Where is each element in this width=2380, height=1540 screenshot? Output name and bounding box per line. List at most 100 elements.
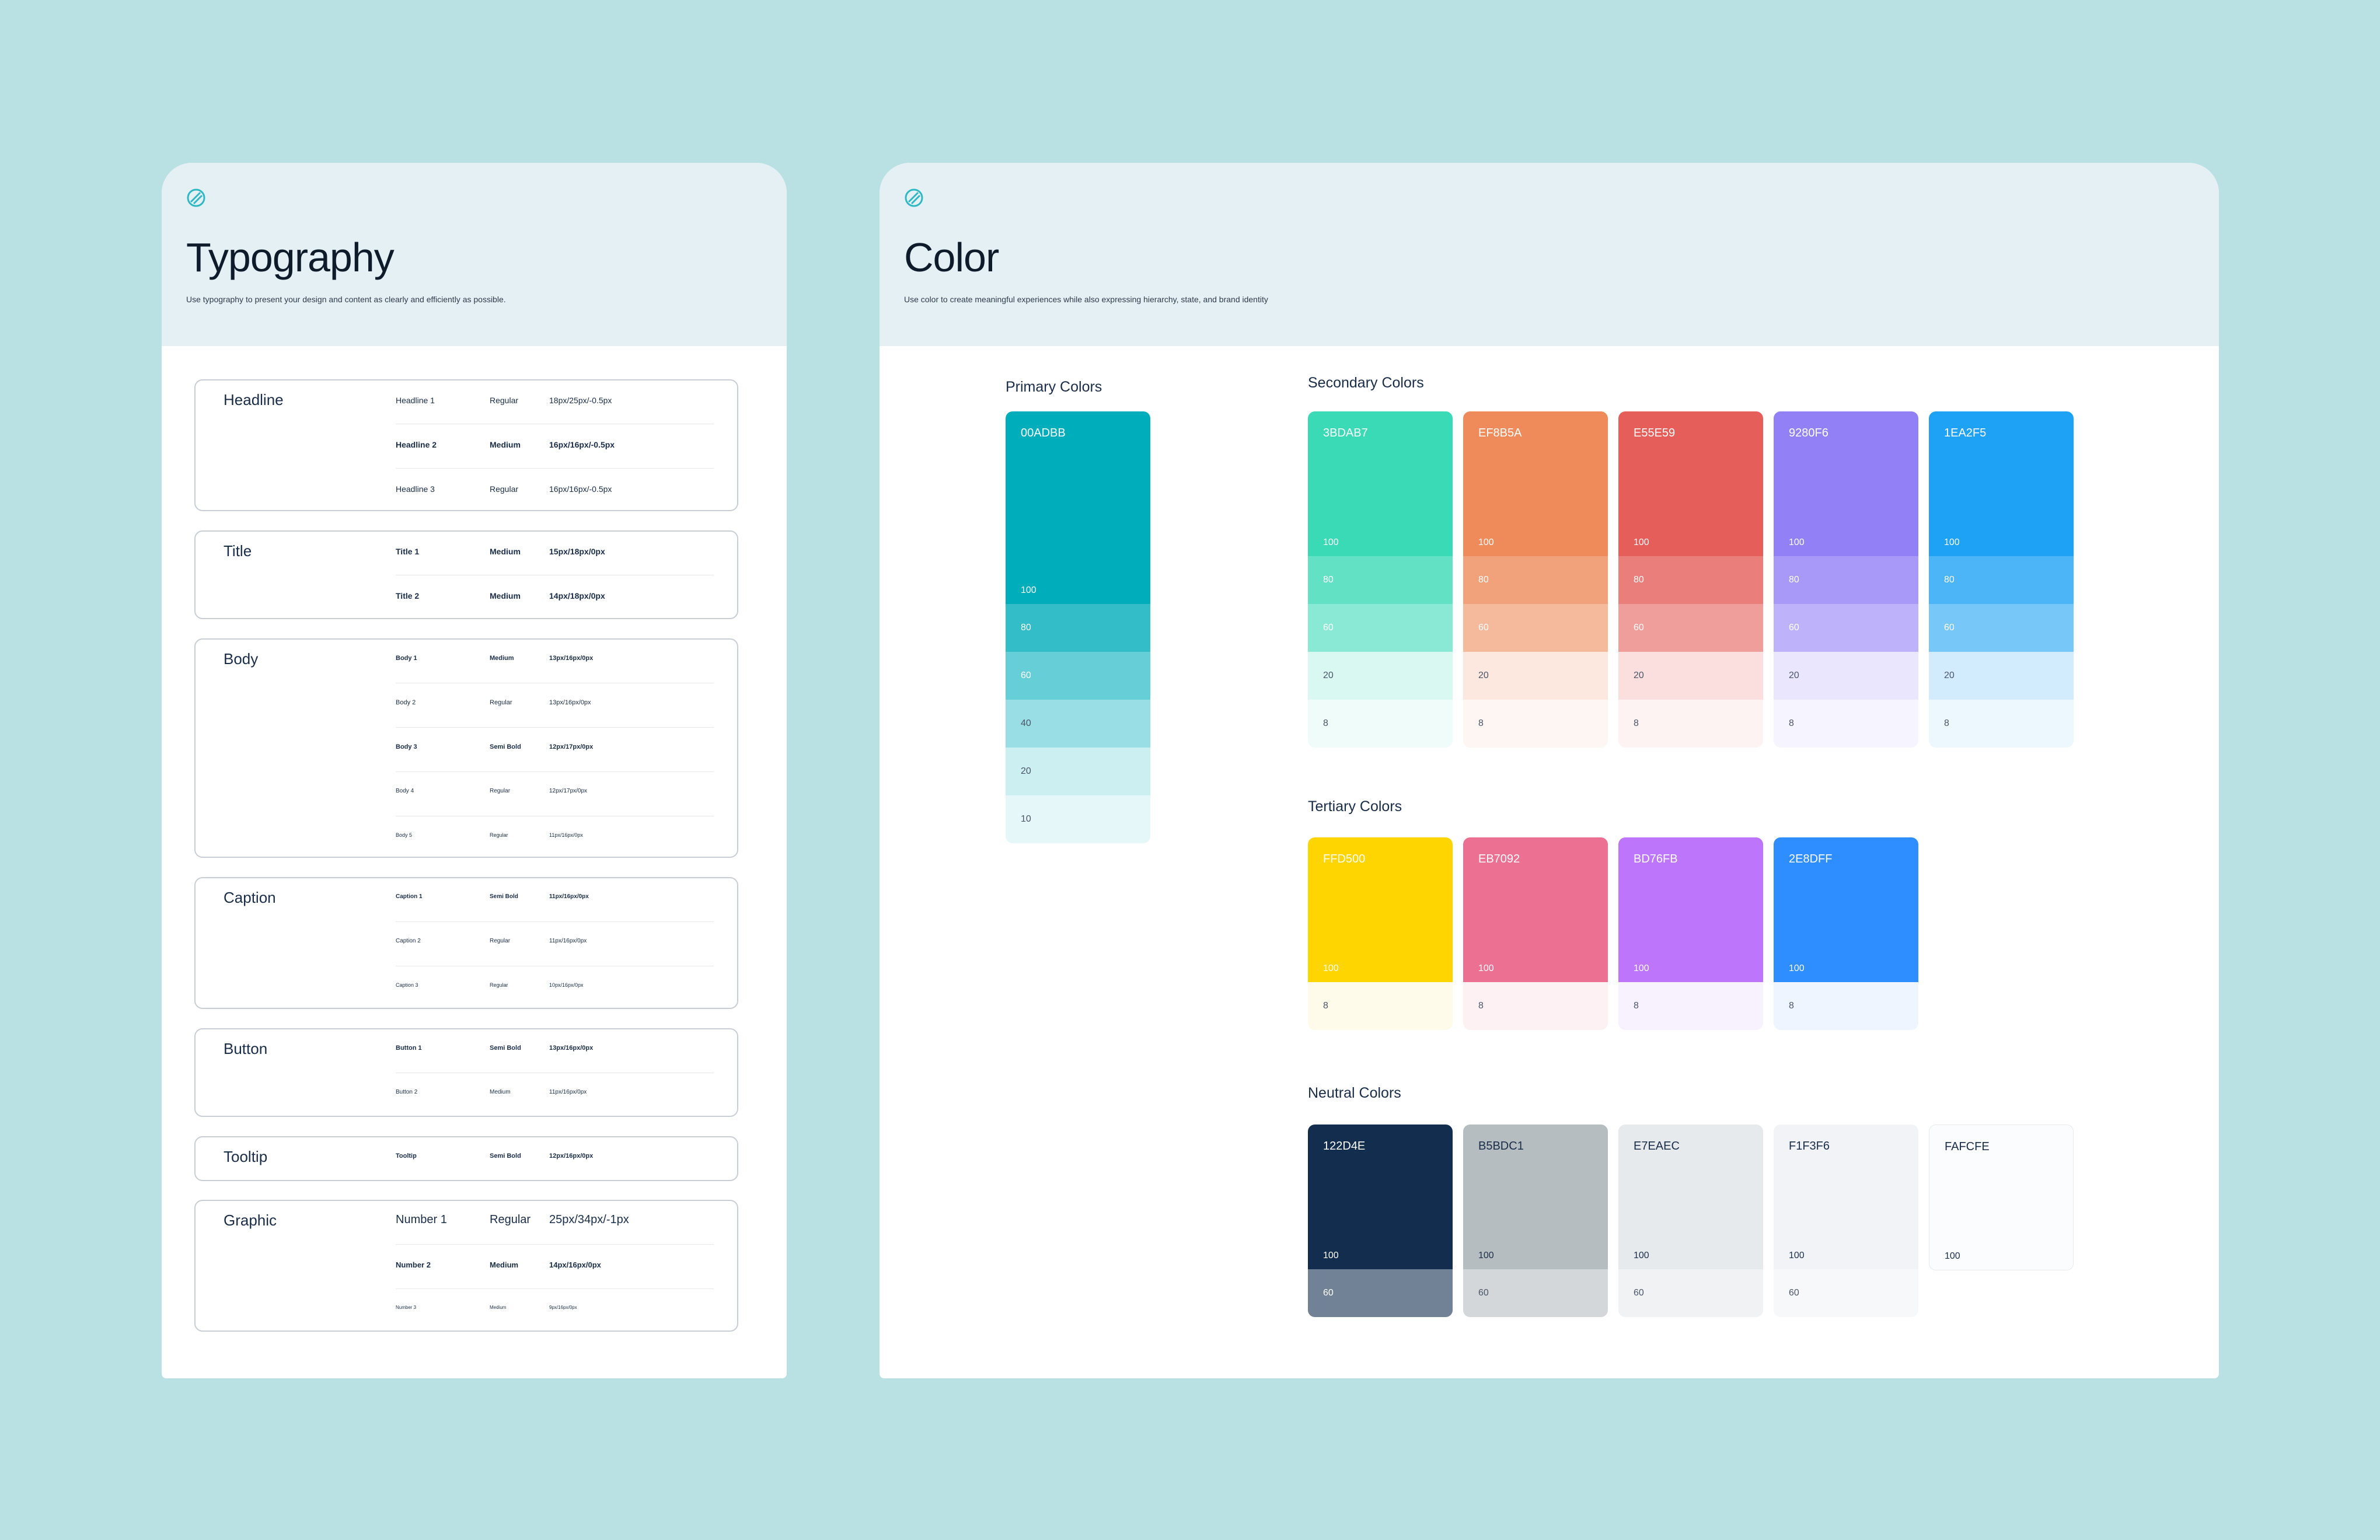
swatch-main: F1F3F6 100 <box>1774 1125 1918 1269</box>
swatch-hex: 3BDAB7 <box>1323 427 1368 439</box>
swatch-tint-level: 8 <box>1478 1001 1484 1011</box>
swatch-tint: 8 <box>1929 700 2074 748</box>
swatch-tint: 60 <box>1618 604 1763 652</box>
type-group-label: Graphic <box>224 1211 277 1229</box>
type-style-name: Number 1 <box>396 1213 447 1226</box>
swatch-main: 2E8DFF 100 <box>1774 837 1918 982</box>
type-style-name: Tooltip <box>396 1153 417 1160</box>
color-swatch[interactable]: BD76FB 100 8 <box>1618 837 1763 1030</box>
page-title: Typography <box>186 235 395 280</box>
page-subtitle: Use color to create meaningful experienc… <box>904 295 1268 304</box>
swatch-tint-level: 8 <box>1789 718 1794 728</box>
swatch-hex: 9280F6 <box>1789 427 1828 439</box>
swatch-tint-level: 8 <box>1478 718 1484 728</box>
swatch-tint-level: 8 <box>1944 718 1949 728</box>
swatch-level: 100 <box>1944 537 1960 547</box>
color-swatch[interactable]: FAFCFE 100 <box>1929 1125 2074 1270</box>
swatch-level: 100 <box>1789 963 1805 973</box>
type-style-spec: 11px/16px/0px <box>549 832 583 838</box>
type-style-weight: Semi Bold <box>490 1153 521 1160</box>
type-style-spec: 10px/16px/0px <box>549 982 584 988</box>
swatch-tint: 80 <box>1006 604 1150 652</box>
type-style-spec: 11px/16px/0px <box>549 1089 587 1095</box>
swatch-level: 100 <box>1478 963 1494 973</box>
type-style-name: Body 4 <box>396 788 414 794</box>
type-style-row: Button 1 Semi Bold 13px/16px/0px <box>396 1030 714 1073</box>
swatch-main: 00ADBB 100 <box>1006 411 1150 604</box>
type-style-name: Button 2 <box>396 1089 418 1095</box>
type-style-name: Headline 3 <box>396 484 435 494</box>
color-swatch[interactable]: 122D4E 100 60 <box>1308 1125 1453 1317</box>
type-group-label: Caption <box>224 889 276 906</box>
color-swatch[interactable]: 2E8DFF 100 8 <box>1774 837 1918 1030</box>
type-style-spec: 11px/16px/0px <box>549 938 587 944</box>
swatch-main: B5BDC1 100 <box>1463 1125 1608 1269</box>
type-style-row: Tooltip Semi Bold 12px/16px/0px <box>396 1138 714 1181</box>
swatch-tint-level: 60 <box>1021 671 1031 680</box>
type-style-name: Body 2 <box>396 699 416 706</box>
swatch-tint: 60 <box>1308 1269 1453 1317</box>
color-swatch[interactable]: E55E59 100 80 60 20 8 <box>1618 411 1763 748</box>
type-style-row: Body 3 Semi Bold 12px/17px/0px <box>396 729 714 772</box>
swatch-hex: B5BDC1 <box>1478 1140 1524 1153</box>
color-swatch[interactable]: EB7092 100 8 <box>1463 837 1608 1030</box>
type-style-weight: Regular <box>490 938 511 944</box>
secondary-colors-label: Secondary Colors <box>1308 375 1424 391</box>
type-style-name: Body 1 <box>396 655 417 662</box>
swatch-tint-level: 8 <box>1323 718 1328 728</box>
swatch-tint-level: 60 <box>1323 623 1334 633</box>
swatch-hex: EF8B5A <box>1478 427 1522 439</box>
swatch-main: BD76FB 100 <box>1618 837 1763 982</box>
swatch-hex: FFD500 <box>1323 853 1366 865</box>
swatch-main: EB7092 100 <box>1463 837 1608 982</box>
swatch-level: 100 <box>1323 537 1339 547</box>
color-swatch[interactable]: B5BDC1 100 60 <box>1463 1125 1608 1317</box>
swatch-hex: E7EAEC <box>1634 1140 1680 1153</box>
color-swatch[interactable]: EF8B5A 100 80 60 20 8 <box>1463 411 1608 748</box>
swatch-tint-level: 8 <box>1789 1001 1794 1011</box>
swatch-main: 3BDAB7 100 <box>1308 411 1453 556</box>
type-style-weight: Regular <box>490 982 508 988</box>
swatch-hex: 122D4E <box>1323 1140 1366 1153</box>
swatch-tint: 20 <box>1006 748 1150 795</box>
swatch-tint: 80 <box>1308 556 1453 604</box>
type-style-weight: Semi Bold <box>490 743 521 750</box>
type-group-title: Title Title 1 Medium 15px/18px/0px Title 2 Me… <box>194 530 738 619</box>
color-swatch[interactable]: 3BDAB7 100 80 60 20 8 <box>1308 411 1453 748</box>
type-group-label: Title <box>224 542 252 560</box>
swatch-level: 100 <box>1634 1251 1649 1260</box>
swatch-hex: 00ADBB <box>1021 427 1066 439</box>
color-swatch[interactable]: F1F3F6 100 60 <box>1774 1125 1918 1317</box>
type-style-weight: Regular <box>490 484 519 494</box>
color-swatch[interactable]: FFD500 100 8 <box>1308 837 1453 1030</box>
swatch-tint-level: 60 <box>1478 1288 1489 1298</box>
type-style-name: Headline 2 <box>396 440 437 449</box>
color-swatch[interactable]: E7EAEC 100 60 <box>1618 1125 1763 1317</box>
swatch-tint: 8 <box>1308 700 1453 748</box>
swatch-tint: 80 <box>1929 556 2074 604</box>
swatch-main: E55E59 100 <box>1618 411 1763 556</box>
color-swatch[interactable]: 1EA2F5 100 80 60 20 8 <box>1929 411 2074 748</box>
swatch-level: 100 <box>1478 1251 1494 1260</box>
type-style-spec: 18px/25px/-0.5px <box>549 396 612 405</box>
type-style-name: Caption 2 <box>396 938 421 944</box>
type-style-weight: Regular <box>490 396 519 405</box>
swatch-tint-level: 80 <box>1944 575 1955 585</box>
swatch-main: FFD500 100 <box>1308 837 1453 982</box>
swatch-tint: 10 <box>1006 795 1150 843</box>
swatch-main: 9280F6 100 <box>1774 411 1918 556</box>
color-swatch[interactable]: 9280F6 100 80 60 20 8 <box>1774 411 1918 748</box>
swatch-tint: 60 <box>1774 604 1918 652</box>
color-swatch[interactable]: 00ADBB 100 80 60 40 20 10 <box>1006 411 1150 843</box>
type-style-spec: 14px/18px/0px <box>549 591 605 600</box>
typography-header: Typography Use typography to present you… <box>162 163 787 346</box>
swatch-level: 100 <box>1323 1251 1339 1260</box>
type-style-name: Body 5 <box>396 832 413 838</box>
swatch-tint-level: 60 <box>1789 1288 1799 1298</box>
type-style-row: Number 2 Medium 14px/16px/0px <box>396 1246 714 1289</box>
swatch-tint-level: 20 <box>1789 671 1799 680</box>
type-style-row: Caption 2 Regular 11px/16px/0px <box>396 923 714 966</box>
swatch-tint-level: 20 <box>1478 671 1489 680</box>
type-style-name: Caption 3 <box>396 982 418 988</box>
swatch-main: FAFCFE 100 <box>1929 1125 2073 1270</box>
